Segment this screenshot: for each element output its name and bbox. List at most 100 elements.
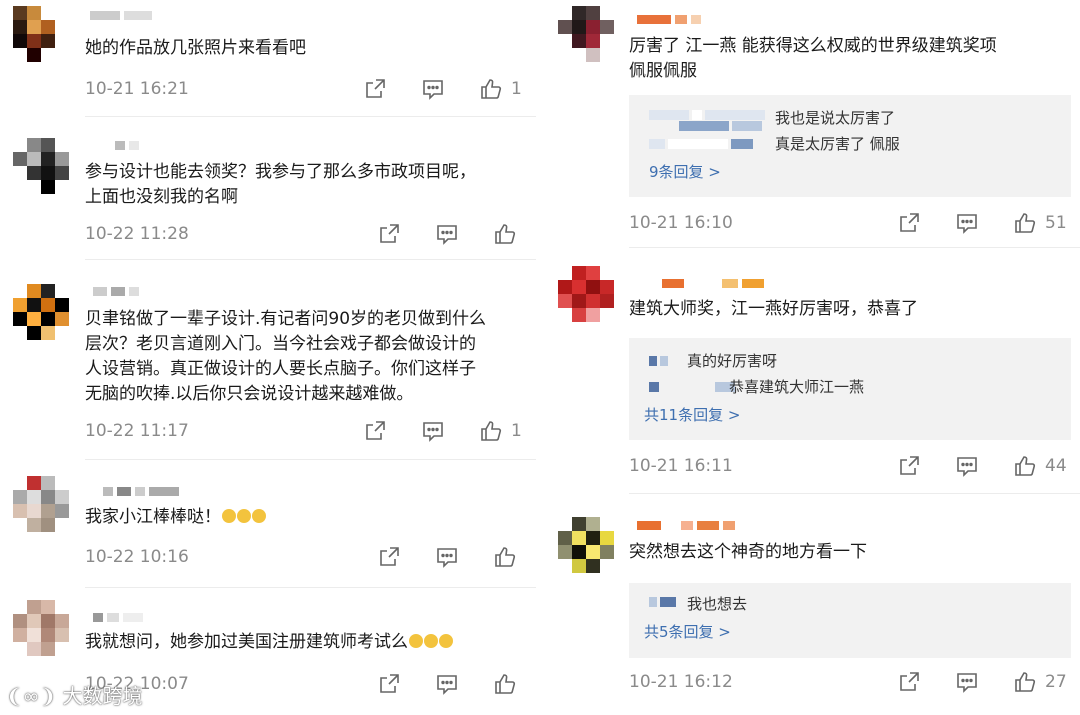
timestamp: 10-21 16:10: [629, 213, 733, 233]
reply-username-blurred: [649, 110, 765, 120]
timestamp: 10-21 16:11: [629, 456, 733, 476]
column-gap: [540, 0, 547, 715]
comment-item: 参与设计也能去领奖？我参与了那么多市政项目呢， 上面也没刻我的名啊 10-22 …: [0, 120, 540, 260]
comment-icon[interactable]: [955, 454, 979, 478]
comment-line: 层次？老贝言道刚入门。当今社会戏子都会做设计的: [85, 334, 476, 354]
share-icon[interactable]: [897, 211, 921, 235]
reply-text: 我也是说太厉害了: [775, 109, 896, 127]
comment-line: 她的作品放几张照片来看看吧: [85, 38, 306, 58]
divider: [629, 493, 1080, 494]
reply-text: 真的好厉害呀: [687, 352, 778, 370]
share-icon[interactable]: [377, 545, 401, 569]
comment-icon[interactable]: [435, 545, 459, 569]
comment-item: 厉害了 江一燕 能获得这么权威的世界级建筑奖项 佩服佩服 我也是说太厉害了 真是…: [547, 0, 1080, 250]
comment-line: 佩服佩服: [629, 61, 697, 81]
avatar[interactable]: [558, 266, 614, 322]
thinking-emoji-icon: [409, 634, 423, 648]
reply-username-blurred: [649, 139, 753, 149]
username-blurred[interactable]: [90, 10, 152, 20]
reply-text: 恭喜建筑大师江一燕: [729, 378, 865, 396]
laugh-emoji-icon: [252, 509, 266, 523]
thumbs-up-icon[interactable]: [1013, 670, 1037, 694]
avatar[interactable]: [558, 517, 614, 573]
comment-icon[interactable]: [421, 419, 445, 443]
avatar[interactable]: [13, 138, 69, 194]
share-icon[interactable]: [897, 454, 921, 478]
divider: [85, 116, 536, 117]
comment-icon[interactable]: [435, 222, 459, 246]
laugh-emoji-icon: [222, 509, 236, 523]
like-count: 51: [1045, 213, 1067, 233]
reply-text: 真是太厉害了 佩服: [775, 135, 900, 153]
avatar[interactable]: [13, 284, 69, 340]
timestamp: 10-22 11:28: [85, 224, 189, 244]
comment-text: 突然想去这个神奇的地方看一下: [629, 540, 867, 565]
thumbs-up-icon[interactable]: [479, 419, 503, 443]
share-icon[interactable]: [363, 77, 387, 101]
comment-text: 贝聿铭做了一辈子设计.有记者问90岁的老贝做到什么 层次？老贝言道刚入门。当今社…: [85, 307, 486, 407]
username-blurred[interactable]: [93, 286, 139, 296]
thumbs-up-icon[interactable]: [493, 222, 517, 246]
comment-icon[interactable]: [955, 670, 979, 694]
timestamp: 10-21 16:12: [629, 672, 733, 692]
reply-preview-box[interactable]: 我也是说太厉害了 真是太厉害了 佩服 9条回复 >: [629, 95, 1071, 197]
comment-line: 参与设计也能去领奖？我参与了那么多市政项目呢，: [85, 162, 476, 182]
thumbs-up-icon[interactable]: [1013, 211, 1037, 235]
avatar[interactable]: [13, 600, 69, 656]
reply-preview-box[interactable]: 我也想去 共5条回复 >: [629, 583, 1071, 658]
divider: [85, 587, 536, 588]
avatar[interactable]: [13, 6, 69, 62]
comment-line: 贝聿铭做了一辈子设计.有记者问90岁的老贝做到什么: [85, 309, 487, 329]
username-blurred[interactable]: [115, 140, 139, 150]
like-count: 44: [1045, 456, 1067, 476]
view-replies-link[interactable]: 9条回复 >: [649, 161, 721, 182]
reply-username-blurred: [649, 382, 735, 392]
comment-text: 我家小江棒棒哒！: [85, 505, 266, 530]
username-blurred[interactable]: [637, 14, 701, 24]
thumbs-up-icon[interactable]: [479, 77, 503, 101]
username-blurred[interactable]: [662, 278, 764, 288]
timestamp: 10-22 10:16: [85, 547, 189, 567]
username-blurred[interactable]: [93, 612, 143, 622]
comment-item: 贝聿铭做了一辈子设计.有记者问90岁的老贝做到什么 层次？老贝言道刚入门。当今社…: [0, 260, 540, 460]
share-icon[interactable]: [897, 670, 921, 694]
comment-text: 厉害了 江一燕 能获得这么权威的世界级建筑奖项 佩服佩服: [629, 34, 997, 84]
avatar[interactable]: [558, 6, 614, 62]
timestamp: 10-21 16:21: [85, 79, 189, 99]
comment-line: 厉害了 江一燕 能获得这么权威的世界级建筑奖项: [629, 36, 997, 56]
view-replies-link[interactable]: 共5条回复 >: [644, 621, 731, 642]
thumbs-up-icon[interactable]: [493, 672, 517, 696]
like-count: 1: [511, 79, 522, 99]
reply-preview-box[interactable]: 真的好厉害呀 恭喜建筑大师江一燕 共11条回复 >: [629, 338, 1071, 440]
comment-text: 我就想问，她参加过美国注册建筑师考试么: [85, 630, 453, 655]
comment-icon[interactable]: [435, 672, 459, 696]
thinking-emoji-icon: [439, 634, 453, 648]
watermark: ❨∞❩ 大数跨境: [6, 680, 143, 709]
comment-line: 人设营销。真正做设计的人要长点脑子。你们这样子: [85, 359, 476, 379]
comment-line: 无脑的吹捧.以后你只会说设计越来越难做。: [85, 384, 414, 404]
thumbs-up-icon[interactable]: [1013, 454, 1037, 478]
view-replies-link[interactable]: 共11条回复 >: [644, 404, 740, 425]
comment-icon[interactable]: [421, 77, 445, 101]
comment-text: 她的作品放几张照片来看看吧: [85, 36, 306, 61]
reply-username-blurred: [649, 356, 668, 366]
comment-line: 突然想去这个神奇的地方看一下: [629, 542, 867, 562]
reply-text: 我也想去: [687, 595, 748, 613]
right-comment-column: 厉害了 江一燕 能获得这么权威的世界级建筑奖项 佩服佩服 我也是说太厉害了 真是…: [547, 0, 1080, 715]
comment-item: 她的作品放几张照片来看看吧 10-21 16:21 1: [0, 0, 540, 120]
thinking-emoji-icon: [424, 634, 438, 648]
reply-username-blurred: [679, 121, 762, 131]
username-blurred[interactable]: [103, 486, 179, 496]
timestamp: 10-22 11:17: [85, 421, 189, 441]
comment-item: 突然想去这个神奇的地方看一下 我也想去 共5条回复 > 10-21 16:12 …: [547, 495, 1080, 715]
share-icon[interactable]: [363, 419, 387, 443]
comment-text: 建筑大师奖，江一燕好厉害呀，恭喜了: [629, 297, 918, 322]
share-icon[interactable]: [377, 672, 401, 696]
thumbs-up-icon[interactable]: [493, 545, 517, 569]
username-blurred[interactable]: [637, 520, 735, 530]
share-icon[interactable]: [377, 222, 401, 246]
comment-line: 上面也没刻我的名啊: [85, 187, 238, 207]
comment-icon[interactable]: [955, 211, 979, 235]
left-comment-column: 她的作品放几张照片来看看吧 10-21 16:21 1 参与设计也能去领奖？我参…: [0, 0, 540, 715]
avatar[interactable]: [13, 476, 69, 532]
